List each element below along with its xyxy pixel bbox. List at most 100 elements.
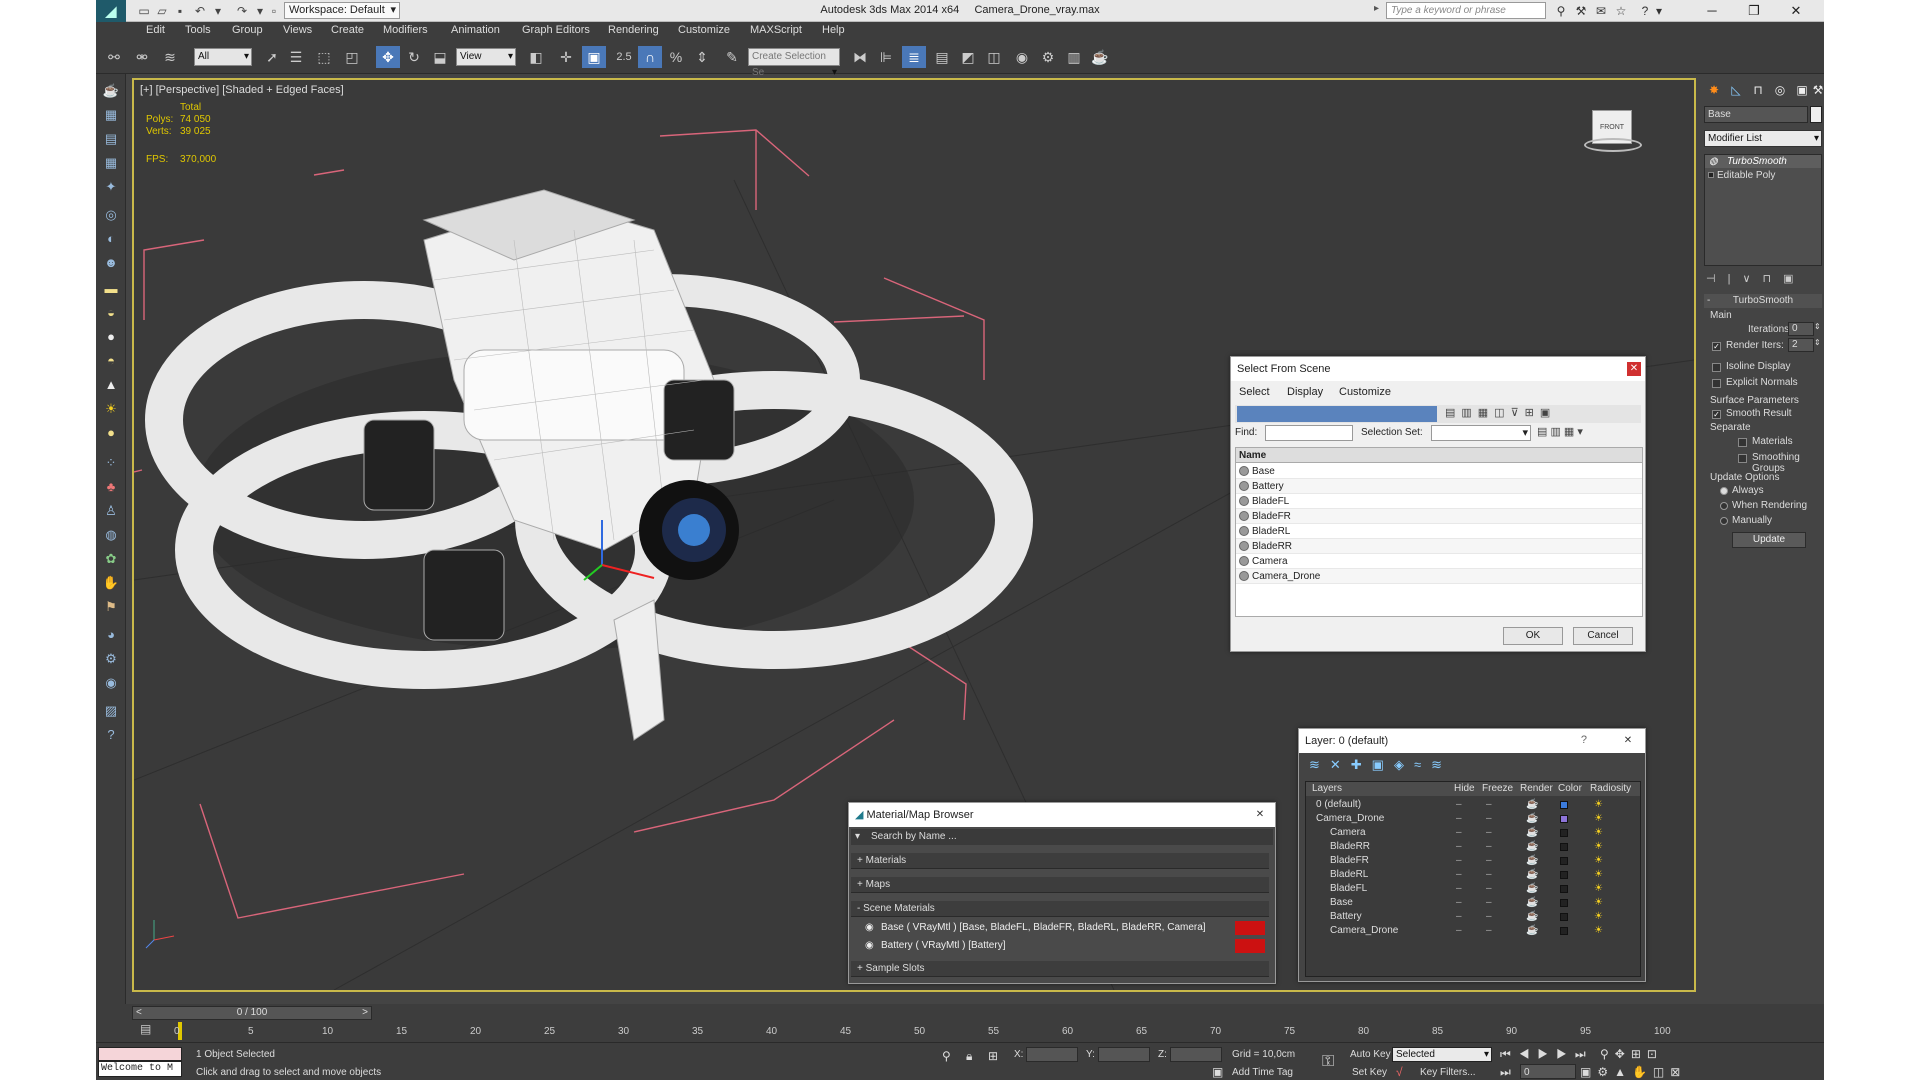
find-input[interactable] — [1265, 425, 1353, 441]
search-expand-icon[interactable]: ▸ — [1374, 3, 1379, 14]
expand-icon[interactable] — [1708, 172, 1714, 178]
stack-item-turbosmooth[interactable]: ◍ TurboSmooth — [1705, 155, 1821, 168]
freeze-toggle[interactable]: – — [1486, 854, 1492, 868]
select-and-move-icon[interactable]: ✥ — [376, 46, 400, 68]
layer-name[interactable]: Base — [1330, 896, 1353, 910]
teapot-icon[interactable]: ☕ — [100, 80, 122, 102]
freeze-toggle[interactable]: – — [1486, 868, 1492, 882]
hide-toggle[interactable]: – — [1456, 882, 1462, 896]
close-icon[interactable]: ✕ — [1627, 362, 1641, 376]
rendered-frame-window-icon[interactable]: ▥ — [1062, 46, 1086, 68]
angle-snap-icon[interactable]: ∩ — [638, 46, 662, 68]
earth-icon[interactable]: ◉ — [100, 672, 122, 694]
layer-row[interactable]: BladeFL – – ☕ ☀ — [1306, 882, 1640, 896]
stack-item-editable-poly[interactable]: Editable Poly — [1705, 169, 1821, 182]
scene-object-row[interactable]: BladeFL — [1236, 494, 1642, 509]
layer-color-swatch[interactable] — [1560, 885, 1568, 893]
layer-row[interactable]: BladeRR – – ☕ ☀ — [1306, 840, 1640, 854]
scene-object-row[interactable]: Camera — [1236, 554, 1642, 569]
hide-toggle[interactable]: – — [1456, 896, 1462, 910]
binoculars-icon[interactable]: ⚲ — [1552, 3, 1570, 19]
select-manipulate-icon[interactable]: ✛ — [554, 46, 578, 68]
freeze-toggle[interactable]: – — [1486, 812, 1492, 826]
render-toggle[interactable]: ☕ — [1526, 924, 1538, 938]
render-toggle[interactable]: ☕ — [1526, 910, 1538, 924]
hand-icon[interactable]: ✋ — [100, 572, 122, 594]
radiosity-toggle[interactable]: ☀ — [1594, 896, 1603, 910]
scene-material-base[interactable]: ◉ Base ( VRayMtl ) [Base, BladeFL, BladeF… — [863, 919, 1269, 937]
utilities-tab-icon[interactable]: ⚒ — [1812, 80, 1824, 100]
hierarchy-tab-icon[interactable]: ⊓ — [1748, 80, 1768, 100]
auto-key-button[interactable]: Auto Key — [1350, 1049, 1391, 1060]
viewport-label[interactable]: [+] [Perspective] [Shaded + Edged Faces] — [140, 84, 344, 96]
lock-icon[interactable]: 🔒︎ — [966, 1049, 972, 1064]
menu-edit[interactable]: Edit — [146, 24, 165, 36]
layer-name[interactable]: Camera — [1330, 826, 1366, 840]
sfs-menu-display[interactable]: Display — [1287, 386, 1323, 398]
settings-icon[interactable]: ▨ — [100, 700, 122, 722]
radiosity-toggle[interactable]: ☀ — [1594, 868, 1603, 882]
render-toggle[interactable]: ☕ — [1526, 854, 1538, 868]
hide-toggle[interactable]: – — [1456, 868, 1462, 882]
render-iters-checkbox[interactable]: ✓ — [1712, 342, 1721, 351]
hide-toggle[interactable]: – — [1456, 826, 1462, 840]
timeline-ruler[interactable]: 0 5 10 15 20 25 30 35 40 45 50 55 60 65 70 75 80 85 90 95 10… — [96, 1022, 1824, 1042]
layer-color-swatch[interactable] — [1560, 829, 1568, 837]
y-coordinate-input[interactable] — [1098, 1047, 1150, 1062]
cone-icon[interactable]: ▲ — [100, 374, 122, 396]
col-color[interactable]: Color — [1558, 783, 1582, 794]
section-materials[interactable]: + Materials — [851, 853, 1269, 869]
selection-set-tools-icon[interactable]: ▤ ▥ ▦ ▾ — [1537, 425, 1583, 438]
percent-snap-icon[interactable]: % — [664, 46, 688, 68]
iterations-spinner[interactable]: 0 — [1788, 322, 1814, 336]
select-object-icon[interactable]: ➚ — [260, 46, 284, 68]
edit-named-selection-icon[interactable]: ✎ — [720, 46, 744, 68]
close-icon[interactable]: ✕ — [1621, 734, 1635, 748]
current-frame-input[interactable]: 0 — [1520, 1064, 1576, 1079]
radiosity-toggle[interactable]: ☀ — [1594, 798, 1603, 812]
dome-icon[interactable]: ◒ — [100, 302, 122, 324]
layer-color-swatch[interactable] — [1560, 801, 1568, 809]
explicit-normals-checkbox[interactable] — [1712, 379, 1721, 388]
communication-icon[interactable]: ✉ — [1592, 3, 1610, 19]
menu-modifiers[interactable]: Modifiers — [383, 24, 428, 36]
render-toggle[interactable]: ☕ — [1526, 896, 1538, 910]
layer-color-swatch[interactable] — [1560, 927, 1568, 935]
layer-row[interactable]: BladeFR – – ☕ ☀ — [1306, 854, 1640, 868]
radiosity-toggle[interactable]: ☀ — [1594, 826, 1603, 840]
subscription-icon[interactable]: ⚒ — [1572, 3, 1590, 19]
spinner-arrows-icon[interactable]: ⇕ — [1814, 322, 1821, 331]
help-search-input[interactable]: Type a keyword or phrase — [1386, 2, 1546, 19]
freeze-toggle[interactable]: – — [1486, 826, 1492, 840]
time-next-icon[interactable]: > — [362, 1007, 368, 1019]
graphite-ribbon-icon[interactable]: ▤ — [930, 46, 954, 68]
smooth-result-checkbox[interactable]: ✓ — [1712, 410, 1721, 419]
layer-toolbar-icons[interactable]: ≋✕✚▣◈≈≋ — [1309, 757, 1452, 773]
menu-customize[interactable]: Customize — [678, 24, 730, 36]
layer-row[interactable]: Camera – – ☕ ☀ — [1306, 826, 1640, 840]
schematic-view-icon[interactable]: ◫ — [982, 46, 1006, 68]
sfs-view-buttons[interactable]: ▤▥▦◫⊽⊞▣ — [1445, 406, 1635, 422]
radiosity-toggle[interactable]: ☀ — [1594, 854, 1603, 868]
scene-object-row[interactable]: BladeRR — [1236, 539, 1642, 554]
snaps-toggle-icon[interactable]: 2.5 — [612, 46, 636, 68]
render-toggle[interactable]: ☕ — [1526, 812, 1538, 826]
render-setup-icon[interactable]: ⚙ — [1036, 46, 1060, 68]
layer-name[interactable]: Camera_Drone — [1330, 924, 1398, 938]
freeze-toggle[interactable]: – — [1486, 896, 1492, 910]
col-radiosity[interactable]: Radiosity — [1590, 783, 1631, 794]
render-iters-spinner[interactable]: 2 — [1788, 338, 1814, 352]
scene-object-row[interactable]: Base — [1236, 464, 1642, 479]
mirror-icon[interactable]: ⧓ — [848, 46, 872, 68]
named-selection-dropdown[interactable]: Create Selection Se ▾ — [748, 48, 840, 78]
curve-editor-icon[interactable]: ◩ — [956, 46, 980, 68]
ok-button[interactable]: OK — [1503, 627, 1563, 645]
layer-name[interactable]: Battery — [1330, 910, 1362, 924]
layer-color-swatch[interactable] — [1560, 899, 1568, 907]
cancel-button[interactable]: Cancel — [1573, 627, 1633, 645]
scene-object-row[interactable]: Battery — [1236, 479, 1642, 494]
menu-animation[interactable]: Animation — [451, 24, 500, 36]
box-icon[interactable]: ▬ — [100, 278, 122, 300]
hide-toggle[interactable]: – — [1456, 910, 1462, 924]
help-icon[interactable]: ? — [1636, 3, 1654, 19]
